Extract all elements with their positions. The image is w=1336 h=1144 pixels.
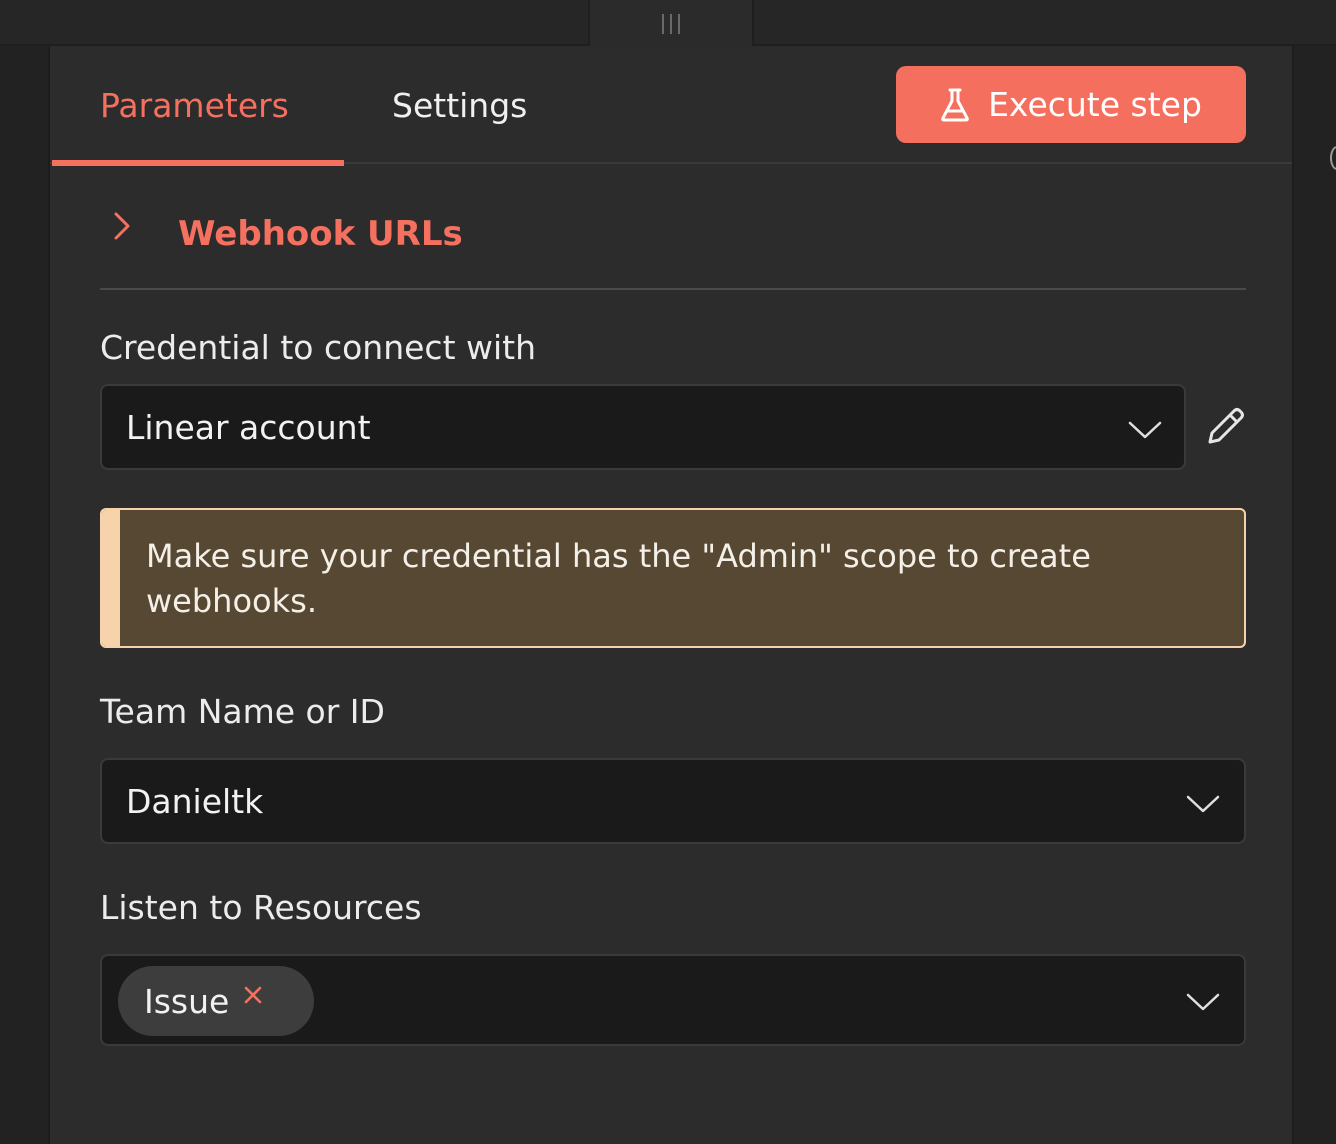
right-gutter — [1294, 46, 1336, 1144]
node-parameters-panel: Parameters Settings Execute step Webhook… — [48, 46, 1294, 1144]
tab-label: Parameters — [100, 85, 289, 125]
output-connector-icon[interactable] — [1330, 146, 1336, 170]
left-gutter — [0, 46, 48, 1144]
panel-resize-handle[interactable] — [588, 0, 754, 48]
notice-stripe — [102, 510, 120, 646]
chevron-right-icon — [114, 212, 130, 240]
tab-settings[interactable]: Settings — [392, 46, 527, 164]
section-title: Webhook URLs — [178, 214, 463, 254]
team-label: Team Name or ID — [100, 692, 385, 731]
chevron-down-icon — [1186, 795, 1220, 813]
credential-value: Linear account — [126, 408, 371, 447]
chip-label: Issue — [144, 981, 230, 1021]
resources-multiselect[interactable]: Issue — [100, 954, 1246, 1046]
remove-chip-close-icon[interactable] — [243, 985, 263, 1005]
credential-label: Credential to connect with — [100, 328, 537, 367]
chevron-down-icon — [1186, 993, 1220, 1011]
resource-chip: Issue — [118, 966, 314, 1036]
webhook-urls-section[interactable]: Webhook URLs — [100, 196, 1246, 290]
chevron-down-icon — [1128, 421, 1162, 439]
tab-parameters[interactable]: Parameters — [52, 46, 344, 166]
flask-icon — [941, 88, 969, 121]
credential-select[interactable]: Linear account — [100, 384, 1186, 470]
grip-line — [678, 14, 680, 34]
team-select[interactable]: Danieltk — [100, 758, 1246, 844]
credential-scope-notice: Make sure your credential has the "Admin… — [100, 508, 1246, 648]
team-value: Danieltk — [126, 782, 264, 821]
tab-bar: Parameters Settings Execute step — [50, 46, 1292, 166]
grip-line — [662, 14, 664, 34]
tab-label: Settings — [392, 85, 528, 125]
notice-text: Make sure your credential has the "Admin… — [146, 537, 1091, 620]
resources-label: Listen to Resources — [100, 888, 422, 927]
edit-credential-pencil-icon[interactable] — [1204, 406, 1246, 448]
page: Parameters Settings Execute step Webhook… — [0, 0, 1336, 1144]
execute-step-label: Execute step — [988, 85, 1202, 124]
grip-line — [670, 14, 672, 34]
execute-step-button[interactable]: Execute step — [896, 66, 1246, 143]
